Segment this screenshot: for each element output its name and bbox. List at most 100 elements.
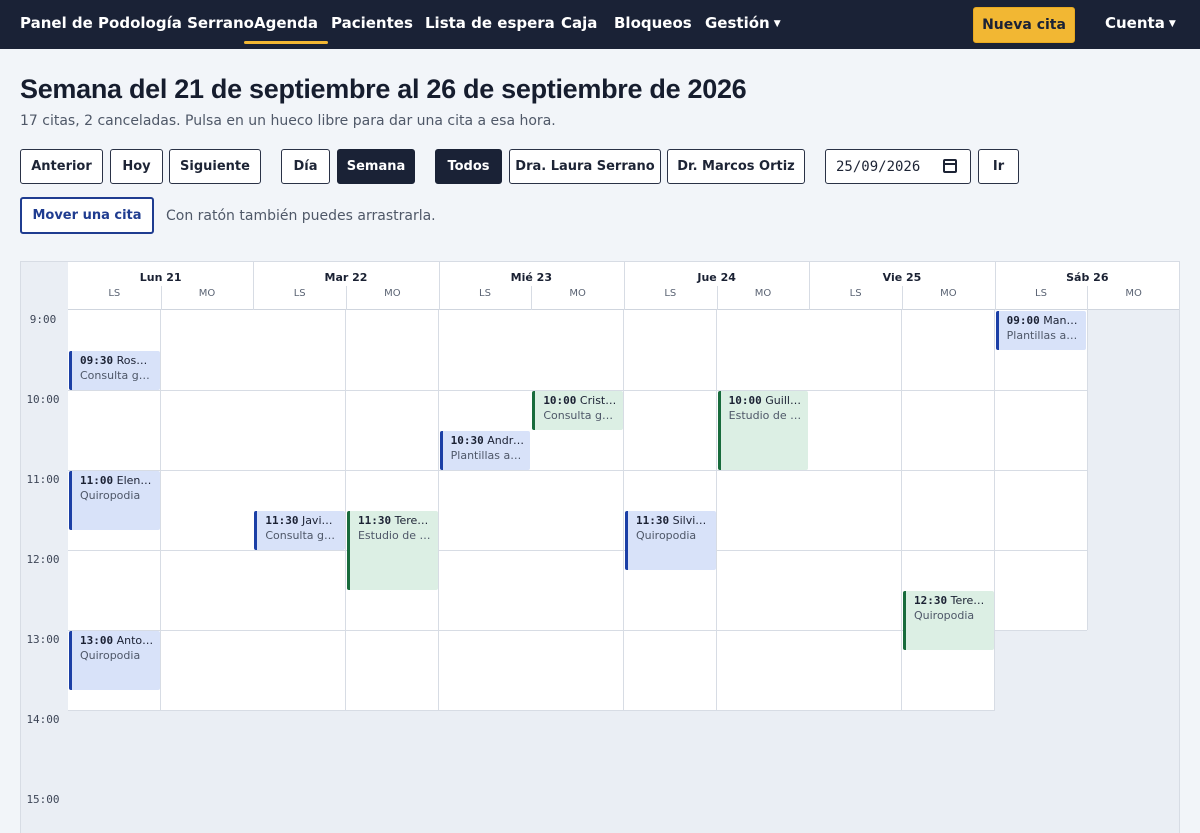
appointment-card[interactable]: 10:00 Cristi… Consulta ge…: [532, 391, 623, 430]
appointment-time-patient: 12:30 Teres…: [914, 594, 988, 607]
prev-week-button[interactable]: Anterior: [20, 149, 103, 184]
nav-agenda[interactable]: Agenda: [243, 14, 329, 44]
time-slot-column[interactable]: [716, 310, 810, 710]
hour-gridline: [438, 390, 532, 391]
nav-gestion-dropdown[interactable]: Gestión ▼: [705, 14, 781, 32]
appointment-time-patient: 13:00 Anton…: [80, 634, 154, 647]
appointment-card[interactable]: 13:00 Anton… Quiropodia: [69, 631, 160, 690]
appointment-time-patient: 09:00 Manu…: [1007, 314, 1081, 327]
hour-gridline: [623, 710, 717, 711]
new-appointment-button[interactable]: Nueva cita: [973, 7, 1075, 43]
appointment-service: Estudio de l…: [728, 409, 803, 422]
hour-label: 9:00: [29, 313, 57, 326]
hour-gridline: [623, 470, 717, 471]
week-view-button[interactable]: Semana: [337, 149, 415, 184]
day-header-label: Lun 21: [139, 271, 182, 284]
filter-all-button[interactable]: Todos: [435, 149, 502, 184]
filter-doctor-serrano-button[interactable]: Dra. Laura Serrano: [509, 149, 661, 184]
appointment-card[interactable]: 11:30 Javier… Consulta ge…: [254, 511, 345, 550]
appointment-time: 09:00: [1006, 314, 1040, 327]
chevron-down-icon: ▼: [1168, 19, 1176, 29]
time-slot-column[interactable]: [438, 310, 532, 710]
nav-lista-de-espera[interactable]: Lista de espera: [425, 14, 555, 32]
appointment-card[interactable]: 12:30 Teres… Quiropodia: [902, 591, 994, 650]
appointment-card[interactable]: 10:00 Guille… Estudio de l…: [717, 391, 809, 470]
brand[interactable]: Panel de Podología Serrano: [20, 14, 254, 32]
hour-gridline: [623, 390, 717, 391]
appointment-patient: André…: [487, 434, 524, 447]
hour-gridline: [809, 550, 902, 551]
week-calendar: Lun 21 LS MO Mar 22 LS MO Mié 23 LS MO Jue 24 LS MO…: [20, 261, 1180, 833]
hour-gridline: [253, 630, 346, 631]
hour-gridline: [160, 710, 254, 711]
hour-gridline: [716, 630, 810, 631]
hour-gridline: [345, 470, 439, 471]
appointment-time: 10:00: [728, 394, 762, 407]
appointment-service: Quiropodia: [913, 609, 975, 622]
appointment-card[interactable]: 09:30 Rosa … Consulta ge…: [69, 351, 160, 390]
hour-gridline: [345, 710, 439, 711]
time-slot-column[interactable]: [623, 310, 717, 710]
hour-gridline: [345, 390, 439, 391]
practitioner-column-label: LS: [849, 288, 862, 299]
hour-gridline: [994, 390, 1088, 391]
practitioner-column-label: MO: [198, 288, 216, 299]
appointment-card[interactable]: 10:30 André… Plantillas a …: [439, 431, 531, 470]
time-slot-column[interactable]: [253, 310, 346, 710]
hour-gridline: [809, 470, 902, 471]
hour-gridline: [901, 470, 995, 471]
account-label: Cuenta: [1105, 14, 1165, 32]
hour-gridline: [901, 550, 995, 551]
time-slot-column[interactable]: [531, 310, 624, 710]
appointment-card[interactable]: 11:30 Silvia … Quiropodia: [624, 511, 716, 570]
day-header-label: Mié 23: [510, 271, 552, 284]
appointment-card[interactable]: 11:00 Elena… Quiropodia: [69, 471, 160, 530]
appointment-time: 13:00: [80, 634, 114, 647]
time-slot-column[interactable]: [901, 310, 995, 710]
hour-gridline: [253, 710, 346, 711]
day-divider: [438, 262, 440, 310]
hour-label: 11:00: [26, 473, 60, 486]
page-subtitle: 17 citas, 2 canceladas. Pulsa en un huec…: [20, 113, 556, 129]
move-appointment-button[interactable]: Mover una cita: [20, 197, 154, 234]
filter-doctor-ortiz-button[interactable]: Dr. Marcos Ortiz: [667, 149, 805, 184]
hour-gridline: [809, 630, 902, 631]
nav-bloqueos[interactable]: Bloqueos: [614, 14, 692, 32]
appointment-service: Consulta ge…: [80, 369, 154, 382]
hour-gridline: [68, 390, 161, 391]
appointment-service: Quiropodia: [635, 529, 697, 542]
hour-gridline: [901, 710, 995, 711]
go-button[interactable]: Ir: [978, 149, 1019, 184]
appointment-service: Quiropodia: [80, 649, 141, 662]
appointment-patient: Silvia …: [672, 514, 710, 527]
time-slot-column[interactable]: [160, 310, 254, 710]
hour-label: 15:00: [26, 793, 60, 806]
time-slot-column[interactable]: [809, 310, 902, 710]
appointment-card[interactable]: 11:30 Teres… Estudio de l…: [346, 511, 438, 590]
practitioner-column-label: LS: [479, 288, 491, 299]
hour-gridline: [438, 630, 532, 631]
hour-label: 13:00: [26, 633, 60, 646]
today-button[interactable]: Hoy: [110, 149, 163, 184]
hour-gridline: [531, 550, 624, 551]
day-header-label: Vie 25: [882, 271, 922, 284]
hour-gridline: [253, 470, 346, 471]
account-dropdown[interactable]: Cuenta ▼: [1105, 14, 1176, 32]
next-week-button[interactable]: Siguiente: [169, 149, 261, 184]
appointment-card[interactable]: 09:00 Manu… Plantillas a …: [995, 311, 1087, 350]
day-view-button[interactable]: Día: [281, 149, 330, 184]
subcolumn-divider: [716, 286, 718, 310]
practitioner-column-label: MO: [384, 288, 401, 299]
appointment-service: Consulta ge…: [543, 409, 617, 422]
hour-gridline: [531, 710, 624, 711]
nav-caja[interactable]: Caja: [561, 14, 597, 32]
appointment-time: 11:30: [265, 514, 299, 527]
day-divider: [623, 262, 625, 310]
calendar-icon[interactable]: [943, 159, 957, 173]
nav-pacientes[interactable]: Pacientes: [331, 14, 413, 32]
time-slot-column[interactable]: [345, 310, 439, 710]
appointment-time-patient: 10:00 Cristi…: [543, 394, 617, 407]
day-header-label: Sáb 26: [1066, 271, 1109, 284]
hour-gridline: [623, 630, 717, 631]
day-header-label: Jue 24: [697, 271, 736, 284]
